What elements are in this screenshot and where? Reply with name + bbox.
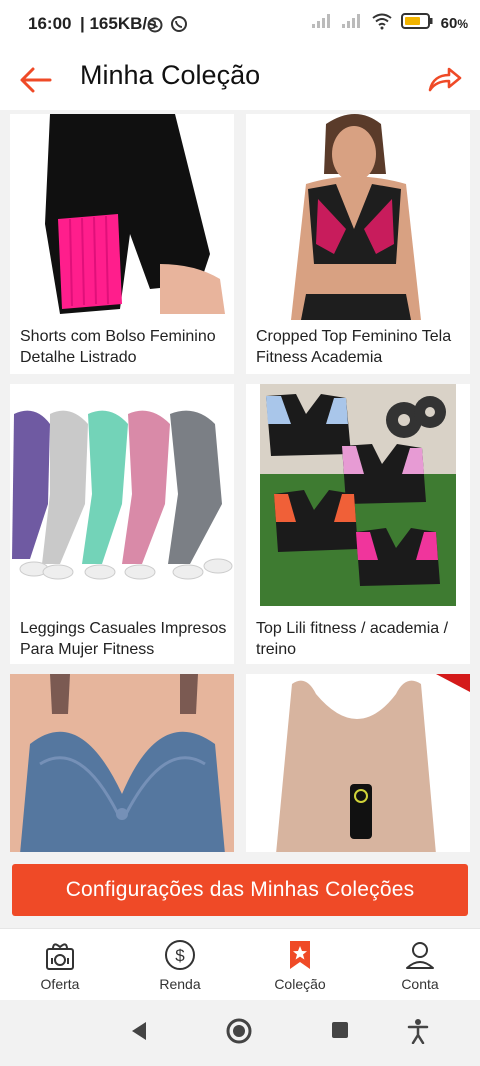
product-card[interactable]: Cropped Top Feminino Tela Fitness Academ… (246, 114, 470, 374)
product-card[interactable]: Shorts com Bolso Feminino Detalhe Listra… (10, 114, 234, 374)
alarm-icon (146, 15, 164, 38)
product-image (10, 114, 234, 320)
user-icon (406, 942, 434, 969)
product-card[interactable]: Top Lili fitness / academia / treino (246, 384, 470, 664)
back-button[interactable] (14, 58, 58, 102)
app-header: Minha Coleção (0, 48, 480, 110)
page-title: Minha Coleção (80, 60, 261, 90)
wifi-icon (371, 12, 393, 35)
collection-settings-button[interactable]: Configurações das Minhas Coleções (12, 864, 468, 916)
product-card[interactable]: Leggings Casuales Impresos Para Mujer Fi… (10, 384, 234, 664)
nav-home-icon[interactable] (226, 1018, 252, 1044)
product-caption: Top Lili fitness / academia / treino (256, 620, 449, 658)
bottom-tab-bar: Oferta $ Renda Coleção Conta (0, 928, 480, 1001)
product-caption: Leggings Casuales Impresos Para Mujer Fi… (20, 620, 227, 658)
product-card[interactable] (246, 674, 470, 852)
product-image (246, 384, 470, 612)
signal-icon (311, 13, 333, 34)
nav-recents-icon[interactable] (330, 1020, 350, 1040)
status-time: 16:00 (28, 14, 72, 33)
tab-label: Conta (401, 976, 439, 992)
svg-text:$: $ (175, 946, 185, 965)
product-card[interactable] (10, 674, 234, 852)
tab-conta[interactable]: Conta (360, 929, 480, 1001)
system-nav-bar (0, 1000, 480, 1066)
product-caption: Cropped Top Feminino Tela Fitness Academ… (256, 328, 452, 366)
dollar-icon: $ (165, 940, 195, 970)
tab-label: Coleção (274, 976, 326, 992)
product-image (10, 674, 234, 852)
tab-oferta[interactable]: Oferta (0, 929, 120, 1001)
tab-label: Renda (159, 976, 201, 992)
share-icon (428, 67, 462, 92)
tab-colecao[interactable]: Coleção (240, 929, 360, 1001)
product-caption: Shorts com Bolso Feminino Detalhe Listra… (20, 328, 216, 366)
gift-icon (46, 943, 74, 970)
battery-icon (400, 13, 433, 34)
product-image (246, 114, 470, 320)
nav-back-icon[interactable] (128, 1020, 150, 1042)
product-image (246, 674, 470, 852)
collection-grid: Shorts com Bolso Feminino Detalhe Listra… (0, 110, 480, 852)
tab-renda[interactable]: $ Renda (120, 929, 240, 1001)
bookmark-star-icon (290, 941, 310, 969)
signal-icon-2 (341, 13, 363, 34)
status-bar: 16:00 | 165KB/s 60% (0, 0, 480, 48)
share-button[interactable] (422, 58, 466, 102)
accessibility-icon[interactable] (406, 1018, 430, 1044)
arrow-left-icon (20, 67, 52, 93)
whatsapp-icon (170, 15, 188, 38)
battery-percent: 60 (440, 15, 458, 32)
tab-label: Oferta (40, 976, 80, 992)
product-image (10, 384, 234, 612)
